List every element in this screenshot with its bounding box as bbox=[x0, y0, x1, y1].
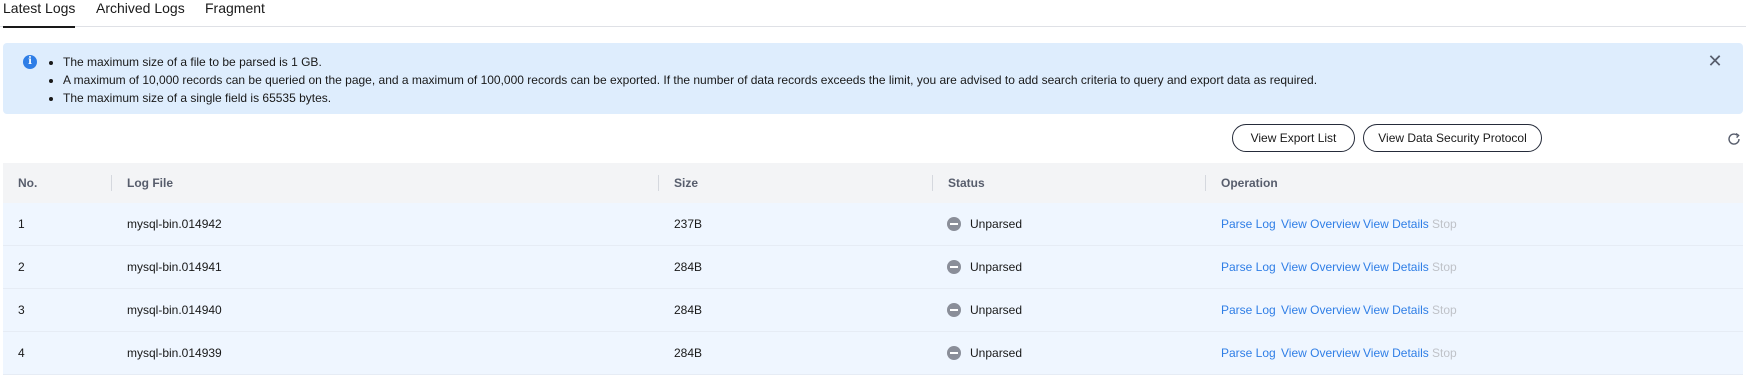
status-text: Unparsed bbox=[970, 346, 1023, 360]
log-file-name: mysql-bin.014941 bbox=[127, 260, 222, 274]
log-file-name: mysql-bin.014940 bbox=[127, 303, 222, 317]
stop-link: Stop bbox=[1432, 346, 1457, 360]
view-details-link[interactable]: View Details bbox=[1363, 289, 1429, 331]
table-row: 2 mysql-bin.014941 284B Unparsed Parse L… bbox=[3, 246, 1743, 289]
parse-log-link[interactable]: Parse Log bbox=[1221, 332, 1276, 374]
column-header-no: No. bbox=[18, 176, 38, 190]
view-details-link[interactable]: View Details bbox=[1363, 246, 1429, 288]
column-divider bbox=[1205, 175, 1206, 191]
log-file-name: mysql-bin.014939 bbox=[127, 346, 222, 360]
log-file-size: 284B bbox=[674, 303, 703, 317]
notice-item: A maximum of 10,000 records can be queri… bbox=[63, 71, 1317, 89]
view-data-security-protocol-button[interactable]: View Data Security Protocol bbox=[1363, 124, 1542, 152]
notice-item: The maximum size of a single field is 65… bbox=[63, 89, 1317, 107]
notice-item: The maximum size of a file to be parsed … bbox=[63, 53, 1317, 71]
view-export-list-button[interactable]: View Export List bbox=[1232, 124, 1355, 152]
refresh-icon[interactable] bbox=[1726, 131, 1742, 147]
log-file-size: 237B bbox=[674, 217, 703, 231]
table-row: 4 mysql-bin.014939 284B Unparsed Parse L… bbox=[3, 332, 1743, 375]
close-icon[interactable]: ✕ bbox=[1705, 51, 1725, 71]
parse-log-link[interactable]: Parse Log bbox=[1221, 246, 1276, 288]
column-header-status: Status bbox=[948, 176, 985, 190]
column-header-size: Size bbox=[674, 176, 699, 190]
column-header-operation: Operation bbox=[1221, 176, 1278, 190]
notice-banner: i The maximum size of a file to be parse… bbox=[3, 43, 1743, 114]
unparsed-icon bbox=[947, 260, 961, 274]
parse-log-link[interactable]: Parse Log bbox=[1221, 203, 1276, 245]
view-overview-link[interactable]: View Overview bbox=[1281, 332, 1360, 374]
view-overview-link[interactable]: View Overview bbox=[1281, 246, 1360, 288]
tab-fragment[interactable]: Fragment bbox=[205, 0, 265, 26]
stop-link: Stop bbox=[1432, 303, 1457, 317]
view-details-link[interactable]: View Details bbox=[1363, 203, 1429, 245]
column-divider bbox=[932, 175, 933, 191]
row-number: 2 bbox=[18, 260, 25, 274]
view-details-link[interactable]: View Details bbox=[1363, 332, 1429, 374]
column-divider bbox=[111, 175, 112, 191]
column-divider bbox=[658, 175, 659, 191]
tab-bar: Latest Logs Archived Logs Fragment bbox=[0, 0, 1746, 28]
status-text: Unparsed bbox=[970, 260, 1023, 274]
stop-link: Stop bbox=[1432, 217, 1457, 231]
column-header-log-file: Log File bbox=[127, 176, 173, 190]
log-file-size: 284B bbox=[674, 346, 703, 360]
notice-list: The maximum size of a file to be parsed … bbox=[27, 53, 1317, 107]
unparsed-icon bbox=[947, 303, 961, 317]
log-file-name: mysql-bin.014942 bbox=[127, 217, 222, 231]
parse-log-link[interactable]: Parse Log bbox=[1221, 289, 1276, 331]
unparsed-icon bbox=[947, 346, 961, 360]
table-row: 1 mysql-bin.014942 237B Unparsed Parse L… bbox=[3, 203, 1743, 246]
status-text: Unparsed bbox=[970, 217, 1023, 231]
table-row: 3 mysql-bin.014940 284B Unparsed Parse L… bbox=[3, 289, 1743, 332]
unparsed-icon bbox=[947, 217, 961, 231]
stop-link: Stop bbox=[1432, 260, 1457, 274]
row-number: 4 bbox=[18, 346, 25, 360]
table-header: No. Log File Size Status Operation bbox=[3, 163, 1743, 203]
log-table: No. Log File Size Status Operation 1 mys… bbox=[3, 163, 1743, 375]
status-text: Unparsed bbox=[970, 303, 1023, 317]
row-number: 3 bbox=[18, 303, 25, 317]
view-overview-link[interactable]: View Overview bbox=[1281, 289, 1360, 331]
tab-latest-logs[interactable]: Latest Logs bbox=[3, 0, 76, 28]
row-number: 1 bbox=[18, 217, 25, 231]
log-file-size: 284B bbox=[674, 260, 703, 274]
view-overview-link[interactable]: View Overview bbox=[1281, 203, 1360, 245]
tab-archived-logs[interactable]: Archived Logs bbox=[96, 0, 185, 26]
